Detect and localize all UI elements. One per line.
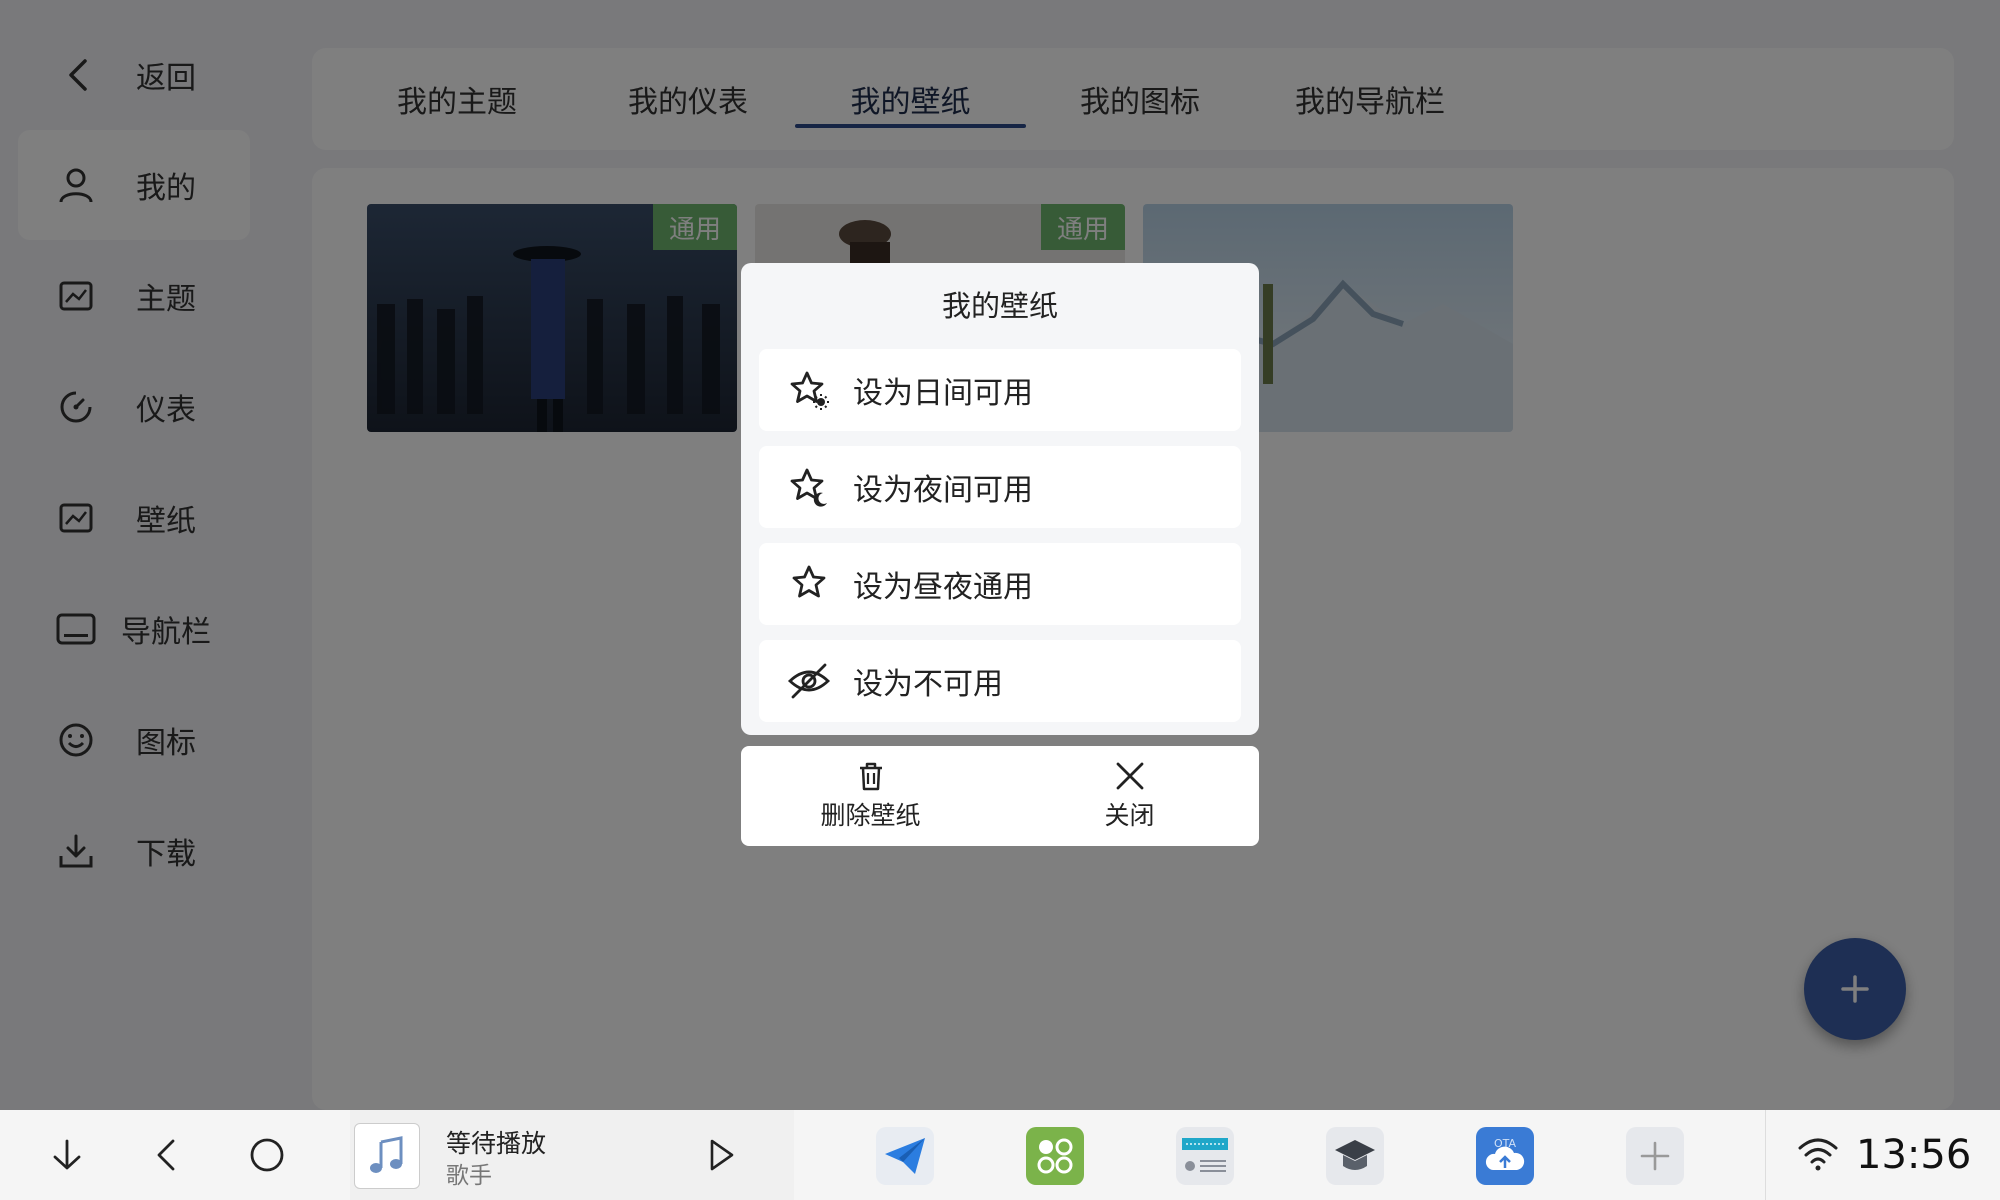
plus-icon — [1640, 1141, 1670, 1171]
star-sun-icon — [790, 371, 829, 410]
star-moon-icon — [790, 468, 827, 507]
album-art[interactable] — [354, 1123, 420, 1189]
set-day-night-option[interactable]: 设为昼夜通用 — [759, 543, 1241, 625]
music-note-icon — [370, 1136, 403, 1173]
set-unavailable-option[interactable]: 设为不可用 — [759, 640, 1241, 722]
paper-plane-icon — [885, 1138, 925, 1174]
graduation-cap-icon — [1335, 1140, 1375, 1170]
play-icon — [710, 1139, 734, 1171]
clock: 13:56 — [1856, 1132, 1972, 1178]
eye-off-icon — [787, 663, 831, 699]
wifi-icon[interactable] — [1796, 1134, 1840, 1178]
media-status: 等待播放 — [446, 1129, 547, 1158]
set-night-available-option[interactable]: 设为夜间可用 — [759, 446, 1241, 528]
system-taskbar: 等待播放 歌手 OTA 13:56 — [0, 1110, 2000, 1200]
navigation-app-icon[interactable] — [876, 1127, 934, 1185]
radio-app-icon[interactable] — [1176, 1127, 1234, 1185]
radio-icon — [1182, 1138, 1228, 1172]
trash-icon — [859, 762, 882, 791]
dialog-actions: 删除壁纸 关闭 — [741, 746, 1259, 846]
delete-wallpaper-button[interactable]: 删除壁纸 — [741, 746, 1000, 846]
option-label: 设为昼夜通用 — [853, 570, 1033, 605]
app-root: 返回 我的 主题 仪表 壁纸 — [0, 0, 2000, 1110]
play-button[interactable] — [700, 1135, 740, 1175]
chevron-left-icon — [157, 1139, 175, 1171]
option-label: 设为日间可用 — [853, 376, 1033, 411]
dialog-title: 我的壁纸 — [941, 289, 1058, 323]
star-icon — [792, 565, 826, 598]
taskbar-divider — [1765, 1110, 1766, 1200]
set-day-available-option[interactable]: 设为日间可用 — [759, 349, 1241, 431]
nav-back-button[interactable] — [132, 1110, 202, 1200]
apps-grid-icon[interactable] — [1026, 1127, 1084, 1185]
media-player: 等待播放 歌手 — [350, 1110, 794, 1200]
ota-update-icon[interactable]: OTA — [1476, 1127, 1534, 1185]
collapse-button[interactable] — [32, 1110, 102, 1200]
close-icon — [1116, 762, 1143, 790]
education-app-icon[interactable] — [1326, 1127, 1384, 1185]
nav-home-button[interactable] — [232, 1110, 302, 1200]
close-label: 关闭 — [1104, 801, 1155, 830]
option-label: 设为不可用 — [853, 667, 1003, 702]
media-artist: 歌手 — [446, 1163, 492, 1189]
arrow-down-icon — [53, 1139, 81, 1170]
add-app-button[interactable] — [1626, 1127, 1684, 1185]
circle-home-icon — [250, 1138, 284, 1172]
wallpaper-options-dialog: 我的壁纸 设为日间可用 设为夜间可用 设为昼夜通用 设为不可用 — [741, 263, 1259, 735]
four-circles-icon — [1037, 1138, 1073, 1174]
close-button[interactable]: 关闭 — [1000, 746, 1259, 846]
option-label: 设为夜间可用 — [853, 473, 1033, 508]
cloud-upload-icon: OTA — [1485, 1137, 1525, 1170]
delete-label: 删除壁纸 — [820, 801, 921, 830]
